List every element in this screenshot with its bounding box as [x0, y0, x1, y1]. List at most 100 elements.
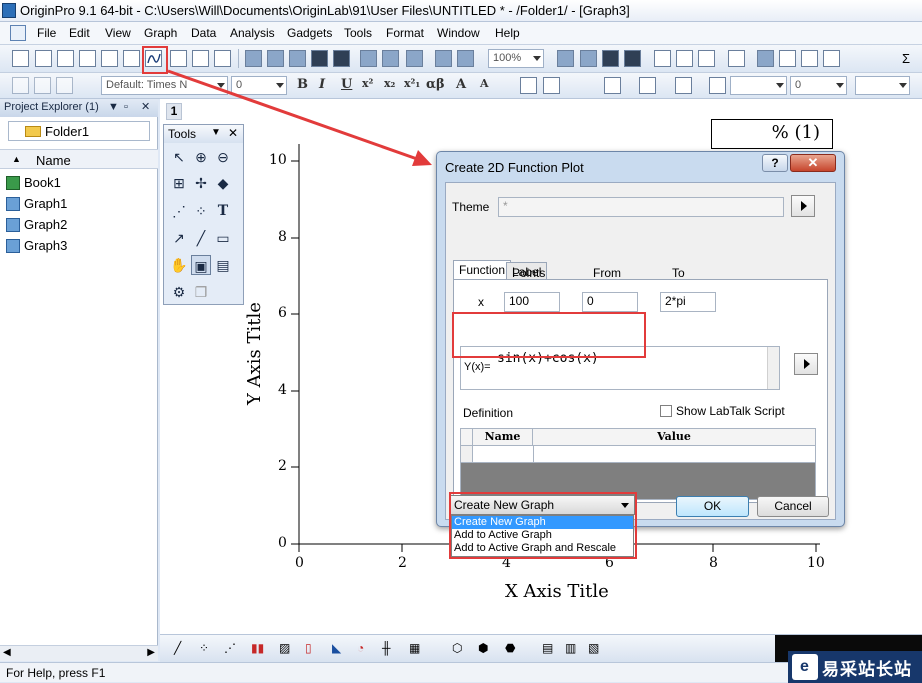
object-manager-icon[interactable]	[728, 50, 745, 67]
close-icon[interactable]: ✕	[141, 100, 150, 113]
line-tool-icon[interactable]: ╱	[191, 228, 211, 248]
code-builder-icon[interactable]	[602, 50, 619, 67]
horizontal-scrollbar[interactable]: ◀ ▶	[0, 645, 158, 661]
ok-button[interactable]: OK	[676, 496, 749, 517]
line-color-icon[interactable]	[675, 77, 692, 94]
open-excel-icon[interactable]	[289, 50, 306, 67]
list-item-graph1[interactable]: Graph1	[6, 196, 67, 211]
refresh-icon[interactable]	[580, 50, 597, 67]
help-button[interactable]: ?	[762, 154, 788, 172]
menu-tools[interactable]: Tools	[344, 26, 372, 40]
font-color-icon[interactable]	[543, 77, 560, 94]
image-plot-icon[interactable]: ▨	[279, 641, 296, 657]
new-notes-icon[interactable]	[123, 50, 140, 67]
project-explorer-icon[interactable]	[654, 50, 671, 67]
greek-button[interactable]: αβ	[426, 77, 445, 92]
text-tool-icon[interactable]: T	[213, 201, 233, 221]
close-button[interactable]: ✕	[790, 154, 836, 172]
open-template-icon[interactable]	[267, 50, 284, 67]
supersubscript-button[interactable]: x²₁	[404, 77, 420, 90]
line-plot-icon[interactable]: ╱	[174, 641, 191, 657]
copy-format-tool-icon[interactable]: ❐	[191, 282, 211, 302]
data-reader-tool-icon[interactable]: ✢	[191, 173, 211, 193]
3d-bars-icon[interactable]: ⬣	[505, 641, 522, 657]
theme-menu-button[interactable]	[791, 195, 815, 217]
fill-color-icon[interactable]	[604, 77, 621, 94]
list-item-book1[interactable]: Book1	[6, 175, 61, 190]
import-icon[interactable]	[360, 50, 377, 67]
duplicate-icon[interactable]	[435, 50, 452, 67]
3d-wire-icon[interactable]: ⬢	[478, 641, 495, 657]
script-window-icon[interactable]	[698, 50, 715, 67]
mask-tool-icon[interactable]: ▣	[191, 255, 211, 275]
menu-graph[interactable]: Graph	[144, 26, 177, 40]
new-worksheet-icon[interactable]	[35, 50, 52, 67]
bold-button[interactable]: B	[297, 77, 308, 92]
show-labtalk-label[interactable]: Show LabTalk Script	[676, 404, 785, 418]
cancel-button[interactable]: Cancel	[757, 496, 829, 517]
batch-icon[interactable]	[406, 50, 423, 67]
save-template-icon[interactable]	[333, 50, 350, 67]
region-tool-icon[interactable]: ⋰	[169, 201, 189, 221]
superscript-button[interactable]: x²	[362, 77, 373, 90]
pin-icon[interactable]: ▫	[124, 101, 128, 113]
pointer-tool-icon[interactable]: ↖	[169, 147, 189, 167]
close-icon[interactable]: ✕	[228, 126, 238, 140]
3d-surface-icon[interactable]: ⬡	[452, 641, 469, 657]
print-icon[interactable]	[557, 50, 574, 67]
template-icon[interactable]: ▦	[409, 641, 426, 657]
grid-row[interactable]	[461, 446, 815, 463]
name-column-header[interactable]: ▲ Name	[0, 149, 158, 169]
data-selector-tool-icon[interactable]: ◆	[213, 173, 233, 193]
new-report-icon[interactable]	[214, 50, 231, 67]
multi-panel-icon[interactable]: ▥	[565, 641, 582, 657]
x-axis-title[interactable]: X Axis Title	[505, 581, 609, 602]
save-icon[interactable]	[311, 50, 328, 67]
menu-gadgets[interactable]: Gadgets	[287, 26, 332, 40]
function-menu-button[interactable]	[794, 353, 818, 375]
import-wizard-icon[interactable]	[382, 50, 399, 67]
menu-help[interactable]: Help	[495, 26, 520, 40]
menu-edit[interactable]: Edit	[69, 26, 90, 40]
theme-field[interactable]: *	[498, 197, 784, 217]
show-labtalk-checkbox[interactable]	[660, 405, 672, 417]
menu-analysis[interactable]: Analysis	[230, 26, 275, 40]
screen-reader-tool-icon[interactable]: ⊞	[169, 173, 189, 193]
scroll-right-icon[interactable]: ▶	[147, 647, 155, 658]
area-plot-icon[interactable]: ◣	[332, 641, 349, 657]
border-select[interactable]	[855, 76, 910, 95]
rectangle-tool-icon[interactable]: ▭	[213, 228, 233, 248]
points-input[interactable]: 100	[504, 292, 560, 312]
line-width-select[interactable]: 0	[790, 76, 847, 95]
new-layout-icon[interactable]	[170, 50, 187, 67]
copy-icon[interactable]	[34, 77, 51, 94]
recalculate-icon[interactable]	[457, 50, 474, 67]
notes-window-icon[interactable]	[779, 50, 796, 67]
new-matrix-icon[interactable]	[101, 50, 118, 67]
menu-format[interactable]: Format	[386, 26, 424, 40]
draw-data-tool-icon[interactable]: ⁘	[191, 201, 211, 221]
cut-icon[interactable]	[12, 77, 29, 94]
new-project-icon[interactable]	[12, 50, 29, 67]
decrease-font-button[interactable]: A	[480, 77, 489, 90]
list-item-graph2[interactable]: Graph2	[6, 217, 67, 232]
data-display-icon[interactable]	[757, 50, 774, 67]
increase-font-button[interactable]: A	[456, 77, 466, 92]
italic-button[interactable]: I	[319, 77, 325, 92]
box-chart-icon[interactable]: ▯	[305, 641, 322, 657]
expression-scrollbar[interactable]	[767, 347, 779, 389]
menu-file[interactable]: File	[37, 26, 56, 40]
menu-window[interactable]: Window	[437, 26, 480, 40]
definition-grid[interactable]: Name Value	[460, 428, 816, 500]
font-size-select[interactable]: 0	[231, 76, 287, 95]
messages-icon[interactable]	[676, 50, 693, 67]
origin-app-icon[interactable]	[2, 3, 16, 18]
list-item-graph3[interactable]: Graph3	[6, 238, 67, 253]
pattern-icon[interactable]	[639, 77, 656, 94]
results-log-icon[interactable]	[624, 50, 641, 67]
stack-icon[interactable]: ▧	[588, 641, 605, 657]
settings-icon[interactable]	[823, 50, 840, 67]
sum-icon[interactable]: Σ	[902, 51, 910, 66]
scatter-plot-icon[interactable]: ⁘	[199, 641, 216, 657]
scroll-left-icon[interactable]: ◀	[3, 647, 11, 658]
